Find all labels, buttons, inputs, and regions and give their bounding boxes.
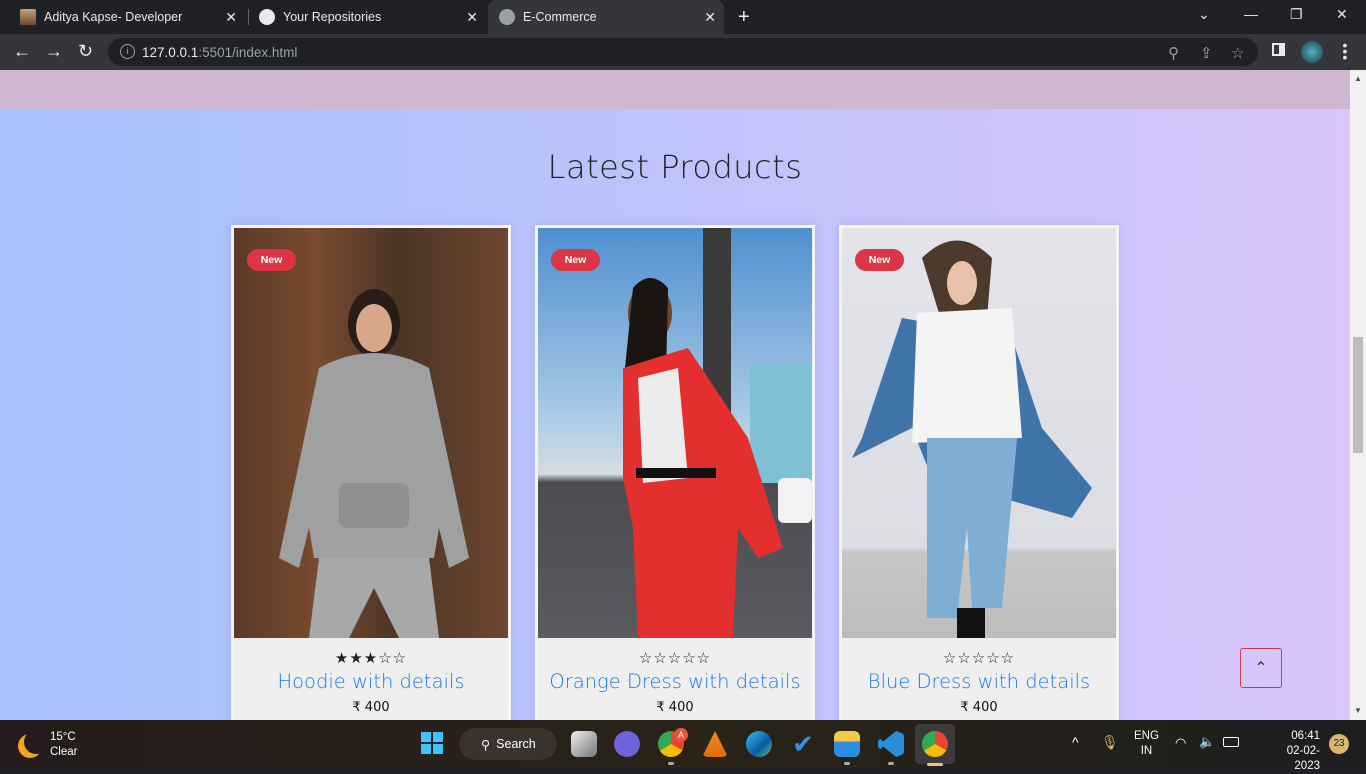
new-badge: New [551, 249, 600, 271]
product-image[interactable]: New [842, 228, 1116, 638]
page-scrollbar[interactable]: ▲ ▼ [1350, 70, 1366, 720]
product-price: ₹ 400 [352, 700, 390, 715]
product-image[interactable]: New [234, 228, 508, 638]
weather-widget[interactable]: 15°C Clear [18, 730, 77, 760]
profile-photo-icon [20, 9, 36, 25]
microphone-icon[interactable]: 🎙 [1101, 734, 1119, 751]
scroll-up-arrow-icon[interactable]: ▲ [1354, 74, 1362, 83]
todo-check-icon[interactable]: ✔ [790, 731, 816, 757]
hoodie-model-illustration [279, 289, 469, 638]
new-tab-button[interactable]: + [738, 6, 750, 29]
teams-meet-icon[interactable] [614, 731, 640, 757]
search-label: Search [496, 737, 536, 751]
browser-menu-icon[interactable]: • • • [1342, 38, 1348, 64]
edge-icon[interactable] [746, 731, 772, 757]
tab-aditya-kapse[interactable]: Aditya Kapse- Developer ✕ [0, 0, 245, 34]
denim-model-illustration [852, 240, 1092, 638]
scrollbar-thumb[interactable] [1353, 337, 1363, 453]
close-window-button[interactable]: ✕ [1336, 6, 1348, 23]
site-info-icon[interactable]: i [120, 44, 135, 59]
file-explorer-icon[interactable] [834, 731, 860, 757]
bookmark-star-icon[interactable]: ☆ [1231, 44, 1244, 62]
back-button[interactable]: ← [13, 42, 31, 60]
language-code: ENG [1134, 730, 1159, 742]
close-tab-icon[interactable]: ✕ [225, 9, 237, 26]
address-bar[interactable]: i 127.0.0.1:5501/index.html ⚲ ⇪ ☆ [108, 38, 1258, 66]
back-to-top-button[interactable]: ⌃ [1240, 648, 1282, 688]
globe-icon [499, 9, 515, 25]
vlc-icon[interactable] [702, 731, 728, 757]
notification-badge[interactable]: 23 [1329, 734, 1349, 754]
forward-button[interactable]: → [45, 42, 63, 60]
running-indicator [844, 762, 850, 765]
rating-stars: ☆☆☆☆☆ [638, 650, 712, 667]
region-code: IN [1140, 745, 1153, 757]
vscode-icon[interactable] [878, 731, 904, 757]
search-icon: ⚲ [481, 737, 491, 752]
active-indicator [927, 763, 943, 766]
running-indicator [668, 762, 674, 765]
show-hidden-icons-chevron[interactable]: ^ [1072, 734, 1079, 750]
profile-avatar[interactable] [1301, 41, 1323, 63]
tab-e-commerce[interactable]: E-Commerce ✕ [488, 0, 724, 34]
moon-icon [24, 730, 48, 754]
start-button[interactable] [421, 732, 443, 754]
weather-temperature: 15°C [50, 731, 76, 743]
side-panel-icon[interactable] [1272, 43, 1285, 56]
new-badge: New [855, 249, 904, 271]
tab-separator [248, 9, 249, 25]
browser-toolbar: ← → ↻ i 127.0.0.1:5501/index.html ⚲ ⇪ ☆ … [0, 34, 1366, 70]
product-name-link[interactable]: Blue Dress with details [842, 670, 1116, 693]
language-indicator[interactable]: ENG IN [1134, 729, 1159, 759]
minimize-button[interactable]: — [1244, 6, 1258, 22]
clock-time: 06:41 [1291, 730, 1320, 742]
chevron-up-icon: ⌃ [1254, 660, 1268, 677]
red-suit-model-illustration [623, 228, 812, 638]
browser-tab-bar: Aditya Kapse- Developer ✕ Your Repositor… [0, 0, 1366, 34]
task-view-icon[interactable] [571, 731, 597, 757]
restore-button[interactable]: ❐ [1290, 6, 1303, 23]
volume-icon[interactable]: 🔈 [1199, 734, 1215, 750]
product-name-link[interactable]: Hoodie with details [234, 670, 508, 693]
scroll-down-arrow-icon[interactable]: ▼ [1354, 706, 1362, 715]
share-icon[interactable]: ⇪ [1200, 44, 1213, 62]
tab-your-repositories[interactable]: Your Repositories ✕ [250, 0, 486, 34]
product-price: ₹ 400 [656, 700, 694, 715]
reload-button[interactable]: ↻ [78, 42, 93, 60]
windows-taskbar: 15°C Clear ⚲ Search A ✔ ^ 🎙 ENG IN ◠ 🔈 0… [0, 720, 1366, 772]
close-tab-icon[interactable]: ✕ [466, 9, 478, 26]
product-card[interactable]: New ☆☆☆☆☆ Orange Dress with details ₹ 40… [535, 225, 815, 720]
clock-date: 02-02-2023 [1286, 745, 1320, 772]
tab-search-chevron-icon[interactable]: ⌄ [1198, 6, 1210, 23]
rating-stars: ★★★☆☆ [334, 650, 408, 667]
chrome-profile-badge: A [674, 728, 688, 742]
product-card[interactable]: New ☆☆☆☆☆ Blue Dress with details ₹ 400 [839, 225, 1119, 720]
wifi-icon[interactable]: ◠ [1175, 735, 1186, 751]
taskbar-search[interactable]: ⚲ Search [459, 728, 557, 760]
weather-description: Clear [50, 746, 78, 758]
tab-title: Your Repositories [283, 10, 382, 24]
tab-title: E-Commerce [523, 10, 597, 24]
product-name-link[interactable]: Orange Dress with details [538, 670, 812, 693]
battery-charging-icon[interactable] [1223, 737, 1239, 747]
new-badge: New [247, 249, 296, 271]
product-price: ₹ 400 [960, 700, 998, 715]
rating-stars: ☆☆☆☆☆ [942, 650, 1016, 667]
section-title: Latest Products [547, 148, 803, 186]
close-tab-icon[interactable]: ✕ [704, 9, 716, 26]
product-image[interactable]: New [538, 228, 812, 638]
github-icon [259, 9, 275, 25]
running-indicator [888, 762, 894, 765]
system-clock[interactable]: 06:41 02-02-2023 [1266, 729, 1320, 774]
chrome-profile-icon[interactable] [922, 731, 948, 757]
page-viewport: Latest Products New ★★★☆☆ Hoodie with de… [0, 70, 1350, 720]
zoom-icon[interactable]: ⚲ [1168, 44, 1179, 62]
url-text[interactable]: 127.0.0.1:5501/index.html [142, 45, 297, 60]
previous-section-band [0, 70, 1350, 109]
tab-title: Aditya Kapse- Developer [44, 10, 183, 24]
product-card[interactable]: New ★★★☆☆ Hoodie with details ₹ 400 [231, 225, 511, 720]
